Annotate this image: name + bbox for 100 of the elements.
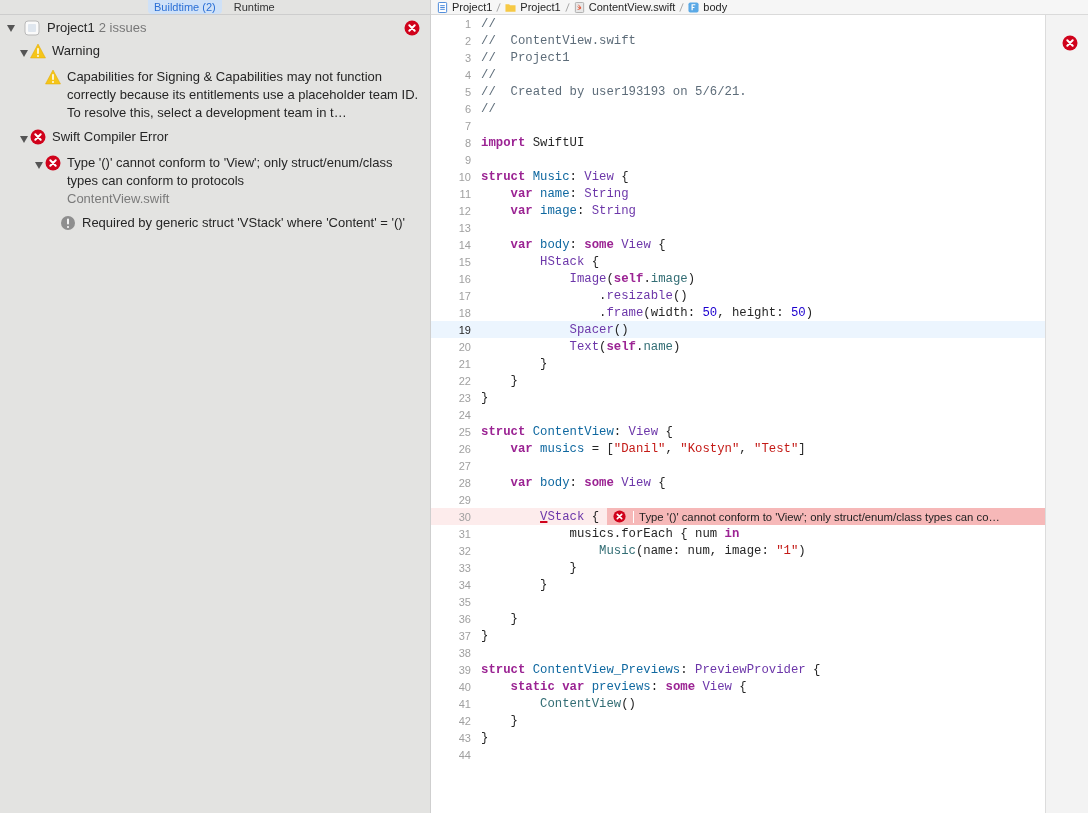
issue-message[interactable]: Required by generic struct 'VStack' where 'Content' = '()': [82, 214, 420, 232]
error-icon: [613, 510, 627, 523]
line-number: 27: [457, 459, 472, 472]
line-number: 43: [457, 731, 472, 744]
line-number: 40: [457, 680, 472, 693]
code-line: Spacer(): [568, 322, 629, 337]
line-number: 24: [457, 408, 472, 421]
folder-icon: [505, 1, 517, 13]
breadcrumb-item[interactable]: body: [703, 1, 728, 13]
warning-icon: [30, 43, 46, 59]
issue-message[interactable]: Warning: [52, 42, 420, 60]
code-line: var body: some View {: [509, 475, 666, 490]
error-icon: [45, 155, 61, 171]
line-number: 7: [463, 119, 472, 132]
code-line: VStack {: [539, 509, 600, 524]
issue-message[interactable]: Type '()' cannot conform to 'View'; only struct/enum/class types can conform to protocols: [67, 154, 420, 190]
code-line: }: [509, 713, 518, 728]
code-line: var image: String: [509, 203, 636, 218]
path-separator-icon: [679, 1, 685, 13]
code-line: }: [481, 628, 489, 643]
code-line: }: [481, 390, 489, 405]
error-message: Type '()' cannot conform to 'View'; only struct/enum/class types can co…: [633, 510, 1000, 523]
line-number: 30: [457, 510, 472, 523]
disclosure-triangle-icon[interactable]: [34, 160, 44, 170]
line-number: 20: [457, 340, 472, 353]
code-line: struct Music: View {: [481, 169, 629, 184]
code-line: HStack {: [539, 254, 600, 269]
issue-message[interactable]: Capabilities for Signing & Capabilities may not function correctly because its entitlements use a placeholder team ID. To resolve this, select a development team in t…: [67, 68, 420, 122]
line-number: 8: [463, 136, 472, 149]
line-number: 10: [457, 170, 472, 183]
code-line: //: [481, 16, 496, 31]
info-icon: [60, 215, 76, 231]
line-number: 16: [457, 272, 472, 285]
code-line: var musics = ["Danil", "Kostyn", "Test"]: [509, 441, 806, 456]
code-line: //: [481, 67, 496, 82]
line-number: 13: [457, 221, 472, 234]
code-line: Music(name: num, image: "1"): [598, 543, 806, 558]
code-line: }: [568, 560, 577, 575]
line-number: 9: [463, 153, 472, 166]
line-number: 4: [463, 68, 472, 81]
disclosure-triangle-icon[interactable]: [19, 48, 29, 58]
disclosure-triangle-icon[interactable]: [19, 134, 29, 144]
code-line: //: [481, 101, 496, 116]
code-line: ContentView(): [539, 696, 636, 711]
error-annotation[interactable]: Type '()' cannot conform to 'View'; only struct/enum/class types can co…: [607, 508, 1045, 525]
line-number: 32: [457, 544, 472, 557]
swift-file-icon: [573, 1, 585, 13]
code-line: // Project1: [481, 50, 570, 65]
code-line: var name: String: [509, 186, 629, 201]
line-number: 18: [457, 306, 472, 319]
breadcrumb-item[interactable]: Project1: [452, 1, 493, 13]
line-number: 23: [457, 391, 472, 404]
line-number: 38: [457, 646, 472, 659]
line-number: 17: [457, 289, 472, 302]
code-line: struct ContentView_Previews: PreviewProvider {: [481, 662, 821, 677]
line-number: 31: [457, 527, 472, 540]
breadcrumb-item[interactable]: Project1: [520, 1, 561, 13]
line-number: 29: [457, 493, 472, 506]
path-separator-icon: [564, 1, 570, 13]
code-line: Text(self.name): [568, 339, 681, 354]
code-line: struct ContentView: View {: [481, 424, 673, 439]
line-number: 19: [457, 323, 472, 336]
code-line: }: [539, 577, 548, 592]
line-number: 25: [457, 425, 472, 438]
code-line: }: [509, 373, 518, 388]
path-separator-icon: [496, 1, 502, 13]
code-line: .resizable(): [598, 288, 688, 303]
line-number: 15: [457, 255, 472, 268]
line-number: 11: [458, 187, 472, 200]
line-number: 36: [457, 612, 472, 625]
tab[interactable]: Runtime: [227, 0, 281, 14]
code-line: static var previews: some View {: [509, 679, 747, 694]
line-number: 28: [457, 476, 472, 489]
issue-count: 2 issues: [98, 20, 147, 35]
line-number: 33: [457, 561, 472, 574]
line-number: 3: [463, 51, 472, 64]
line-number: 2: [463, 34, 472, 47]
line-number: 1: [463, 17, 472, 30]
code-line: var body: some View {: [509, 237, 666, 252]
code-line: Image(self.image): [568, 271, 696, 286]
code-line: // Created by user193193 on 5/6/21.: [481, 84, 747, 99]
line-number: 37: [457, 629, 472, 642]
code-line: musics.forEach { num in: [568, 526, 740, 541]
line-number: 34: [457, 578, 472, 591]
line-number: 39: [457, 663, 472, 676]
line-number: 22: [457, 374, 472, 387]
line-number: 42: [457, 714, 472, 727]
line-number: 14: [457, 238, 472, 251]
tab[interactable]: Buildtime (2): [148, 0, 222, 14]
project-name[interactable]: Project1: [47, 20, 95, 35]
line-number: 35: [457, 595, 472, 608]
disclosure-triangle-icon[interactable]: [6, 22, 16, 33]
breadcrumb-item[interactable]: ContentView.swift: [588, 1, 676, 13]
line-number: 5: [463, 85, 472, 98]
issue-message[interactable]: Swift Compiler Error: [52, 128, 420, 146]
line-number: 26: [457, 442, 472, 455]
line-number: 41: [457, 697, 472, 710]
code-line: }: [509, 611, 518, 626]
app-icon: [24, 19, 40, 36]
code-line: // ContentView.swift: [481, 33, 636, 48]
